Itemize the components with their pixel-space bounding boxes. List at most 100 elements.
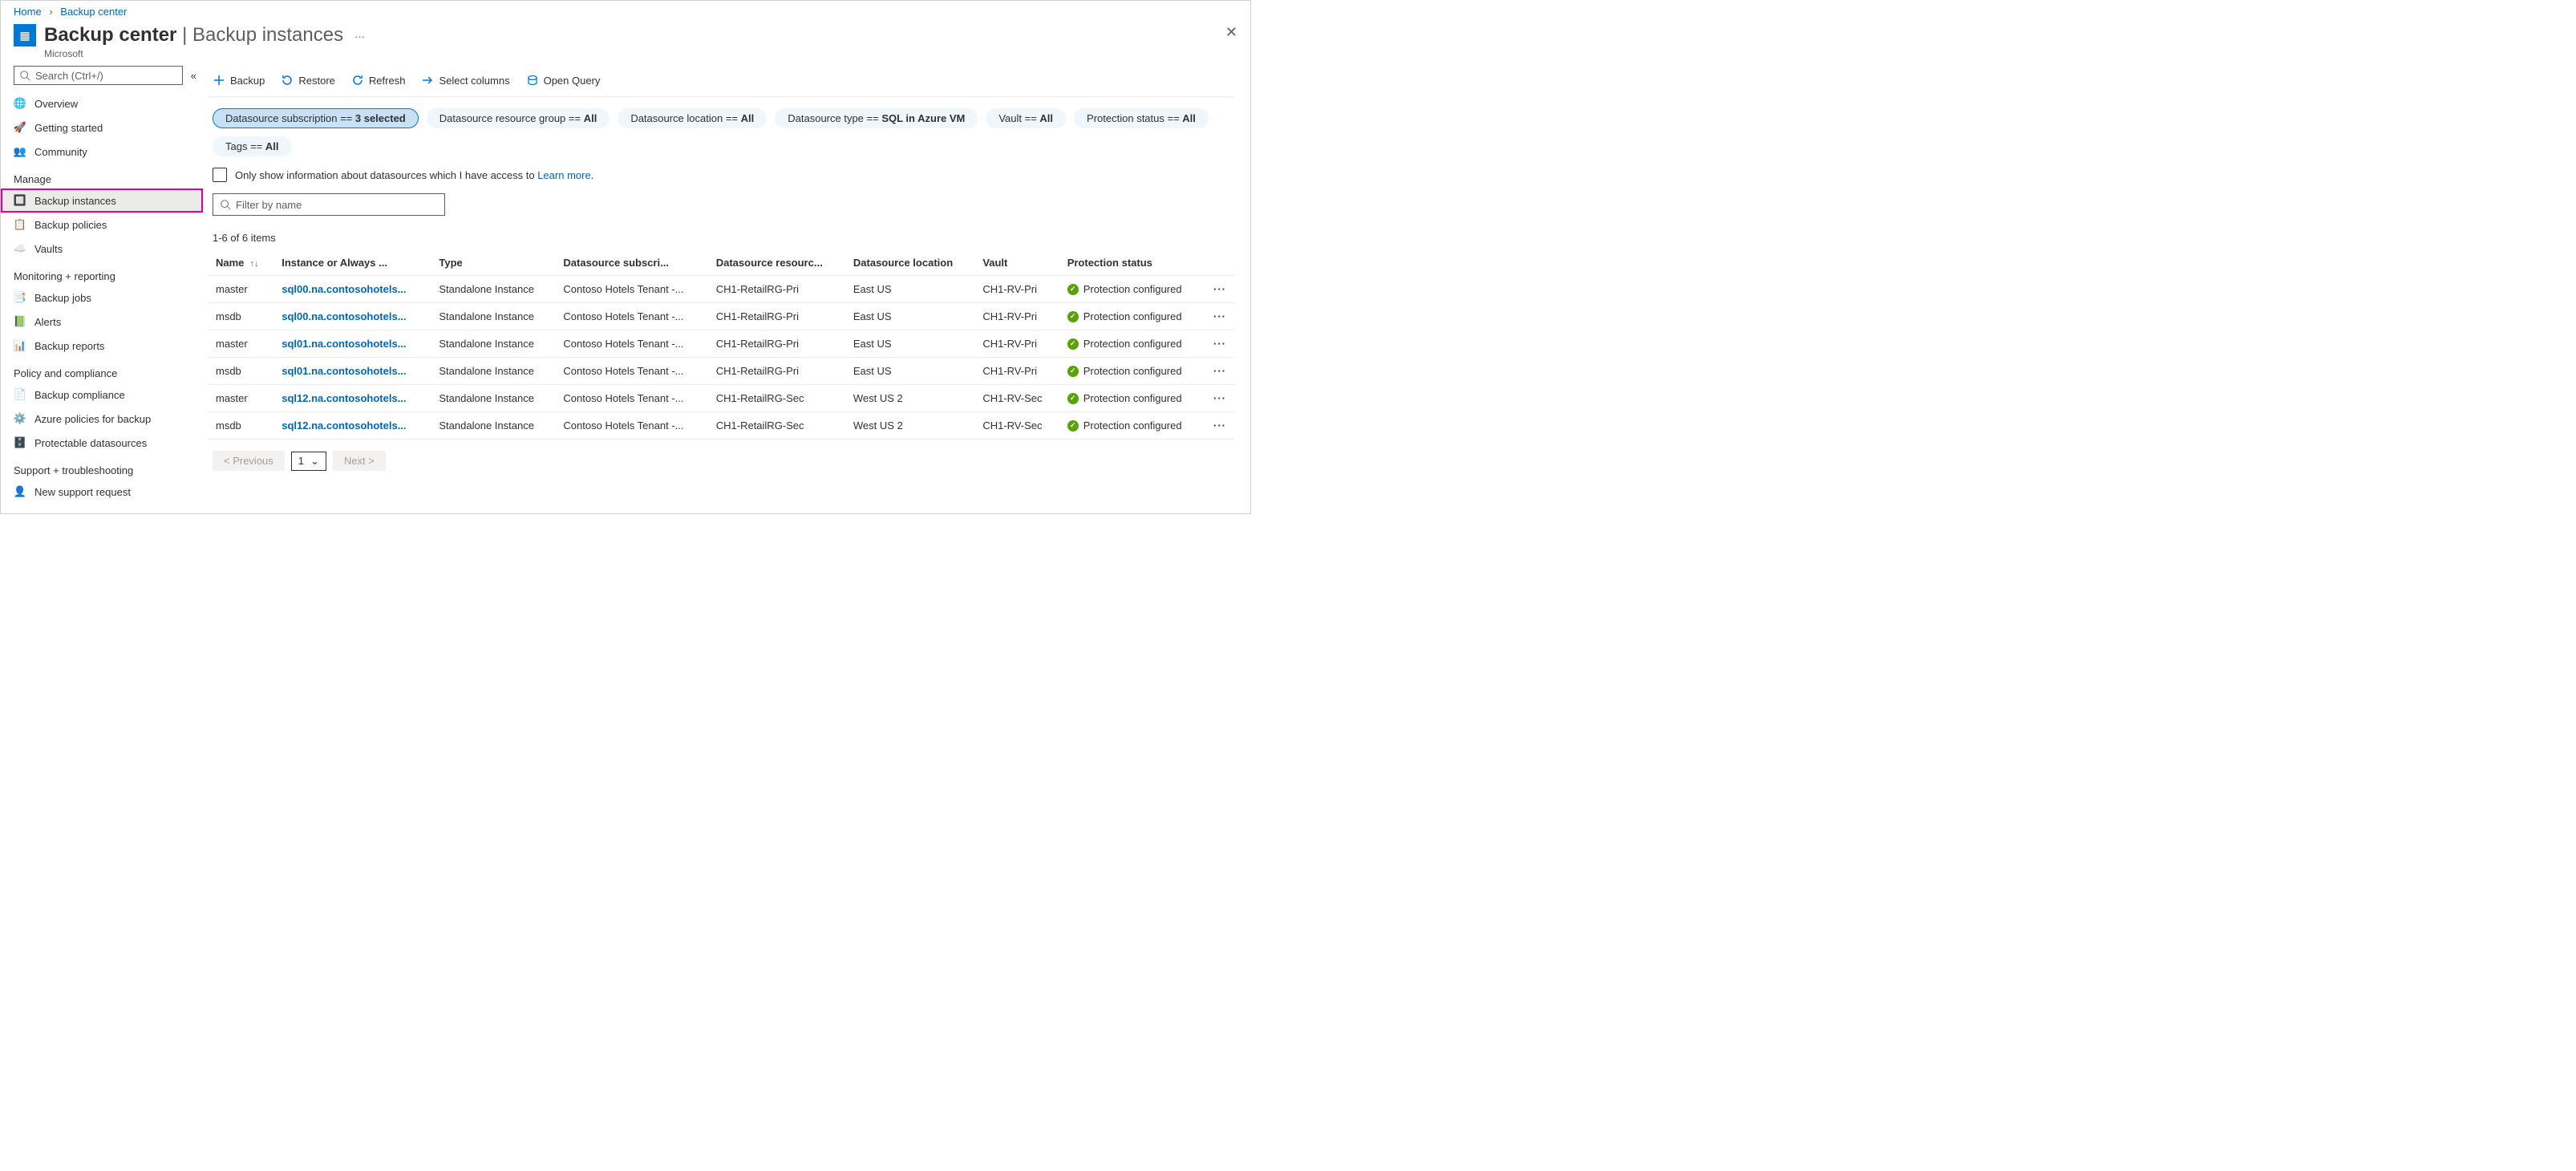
sidebar-group-header: Support + troubleshooting [1, 455, 203, 480]
breadcrumb-home[interactable]: Home [14, 6, 42, 18]
previous-page-button[interactable]: < Previous [213, 451, 285, 471]
row-more-button[interactable]: ··· [1205, 276, 1234, 303]
instance-link[interactable]: sql00.na.contosohotels... [281, 310, 406, 322]
row-more-button[interactable]: ··· [1205, 330, 1234, 358]
table-row[interactable]: master sql01.na.contosohotels... Standal… [208, 330, 1234, 358]
column-header[interactable]: Protection status [1059, 250, 1205, 276]
filter-pill[interactable]: Tags == All [213, 136, 292, 156]
column-header[interactable]: Vault [974, 250, 1059, 276]
sidebar-item[interactable]: 🌐Overview [1, 91, 203, 115]
sidebar-group-header: Policy and compliance [1, 358, 203, 383]
cell-status: ✓Protection configured [1059, 303, 1205, 330]
sidebar-item[interactable]: 🔲Backup instances [1, 188, 203, 213]
sidebar-item-label: Getting started [34, 122, 103, 134]
cell-instance: sql00.na.contosohotels... [273, 303, 431, 330]
instance-link[interactable]: sql01.na.contosohotels... [281, 338, 406, 350]
cell-name: msdb [208, 303, 273, 330]
sidebar-item-icon: ⚙️ [14, 412, 26, 425]
column-header[interactable]: Datasource resourc... [708, 250, 845, 276]
cell-name: master [208, 276, 273, 303]
column-header[interactable]: Instance or Always ... [273, 250, 431, 276]
page-subtitle: Microsoft [44, 48, 343, 59]
filter-pill[interactable]: Datasource subscription == 3 selected [213, 108, 419, 128]
chevron-right-icon: › [49, 6, 52, 18]
sidebar-item[interactable]: 🚀Getting started [1, 115, 203, 140]
cell-subscription: Contoso Hotels Tenant -... [555, 358, 707, 385]
sidebar-item-icon: 📑 [14, 291, 26, 304]
sidebar-item-label: Backup jobs [34, 292, 91, 304]
cell-instance: sql00.na.contosohotels... [273, 276, 431, 303]
row-more-button[interactable]: ··· [1205, 412, 1234, 440]
column-header[interactable]: Type [431, 250, 555, 276]
sidebar-item-icon: 🗄️ [14, 436, 26, 449]
collapse-sidebar-icon[interactable]: « [191, 70, 196, 82]
table-row[interactable]: msdb sql00.na.contosohotels... Standalon… [208, 303, 1234, 330]
cell-subscription: Contoso Hotels Tenant -... [555, 303, 707, 330]
open-query-button[interactable]: Open Query [526, 74, 601, 87]
cell-type: Standalone Instance [431, 385, 555, 412]
backup-button[interactable]: Backup [213, 74, 265, 87]
search-icon [19, 70, 30, 81]
instance-link[interactable]: sql01.na.contosohotels... [281, 365, 406, 377]
table-row[interactable]: master sql00.na.contosohotels... Standal… [208, 276, 1234, 303]
undo-icon [281, 74, 294, 87]
table-row[interactable]: msdb sql01.na.contosohotels... Standalon… [208, 358, 1234, 385]
service-icon: ▦ [14, 24, 36, 47]
sidebar-item-label: Backup reports [34, 340, 104, 352]
sidebar-item[interactable]: 📑 Backup jobs [1, 286, 203, 310]
access-checkbox[interactable] [213, 168, 227, 182]
next-page-button[interactable]: Next > [333, 451, 386, 471]
table-row[interactable]: msdb sql12.na.contosohotels... Standalon… [208, 412, 1234, 440]
cell-instance: sql12.na.contosohotels... [273, 412, 431, 440]
sidebar-item[interactable]: 👥Community [1, 140, 203, 164]
sidebar-item[interactable]: 📗Alerts [1, 310, 203, 334]
close-icon[interactable]: ✕ [1225, 24, 1237, 41]
sidebar-item[interactable]: 📄Backup compliance [1, 383, 203, 407]
instance-link[interactable]: sql00.na.contosohotels... [281, 283, 406, 295]
more-icon[interactable]: ··· [354, 24, 365, 43]
column-header[interactable]: Name ↑↓ [208, 250, 273, 276]
filter-pill[interactable]: Datasource type == SQL in Azure VM [775, 108, 978, 128]
refresh-button[interactable]: Refresh [351, 74, 406, 87]
sidebar-item[interactable]: 📊Backup reports [1, 334, 203, 358]
sidebar-item-icon: 🔲 [14, 194, 26, 207]
breadcrumb-current[interactable]: Backup center [60, 6, 127, 18]
filter-pill[interactable]: Datasource resource group == All [427, 108, 610, 128]
sidebar-item[interactable]: 🗄️Protectable datasources [1, 431, 203, 455]
restore-button[interactable]: Restore [281, 74, 335, 87]
table-row[interactable]: master sql12.na.contosohotels... Standal… [208, 385, 1234, 412]
cell-location: West US 2 [845, 385, 974, 412]
select-columns-button[interactable]: Select columns [421, 74, 509, 87]
row-more-button[interactable]: ··· [1205, 385, 1234, 412]
cell-name: master [208, 385, 273, 412]
cell-status: ✓Protection configured [1059, 276, 1205, 303]
sidebar-item[interactable]: 👤New support request [1, 480, 203, 504]
sidebar-item-icon: 📋 [14, 218, 26, 231]
instance-link[interactable]: sql12.na.contosohotels... [281, 392, 406, 404]
arrow-right-icon [421, 74, 434, 87]
sidebar-item[interactable]: ⚙️Azure policies for backup [1, 407, 203, 431]
success-icon: ✓ [1067, 311, 1079, 322]
filter-by-name-input[interactable]: Filter by name [213, 193, 445, 216]
filter-pill[interactable]: Vault == All [986, 108, 1066, 128]
page-select[interactable]: 1 ⌄ [291, 452, 326, 471]
cell-status: ✓Protection configured [1059, 358, 1205, 385]
learn-more-link[interactable]: Learn more [537, 169, 590, 181]
column-header[interactable]: Datasource subscri... [555, 250, 707, 276]
cell-location: East US [845, 276, 974, 303]
sidebar-item[interactable]: 📋Backup policies [1, 213, 203, 237]
sidebar-item-icon: ☁️ [14, 242, 26, 255]
row-more-button[interactable]: ··· [1205, 358, 1234, 385]
sidebar-item-label: Backup compliance [34, 389, 125, 401]
row-more-button[interactable]: ··· [1205, 303, 1234, 330]
cell-resource-group: CH1-RetailRG-Pri [708, 358, 845, 385]
breadcrumb: Home › Backup center [1, 1, 1250, 21]
column-header[interactable]: Datasource location [845, 250, 974, 276]
instance-link[interactable]: sql12.na.contosohotels... [281, 419, 406, 432]
sort-icon: ↑↓ [247, 259, 258, 269]
sidebar-search[interactable]: Search (Ctrl+/) [14, 66, 183, 85]
cell-location: East US [845, 303, 974, 330]
sidebar-item[interactable]: ☁️Vaults [1, 237, 203, 261]
filter-pill[interactable]: Datasource location == All [618, 108, 767, 128]
filter-pill[interactable]: Protection status == All [1074, 108, 1209, 128]
